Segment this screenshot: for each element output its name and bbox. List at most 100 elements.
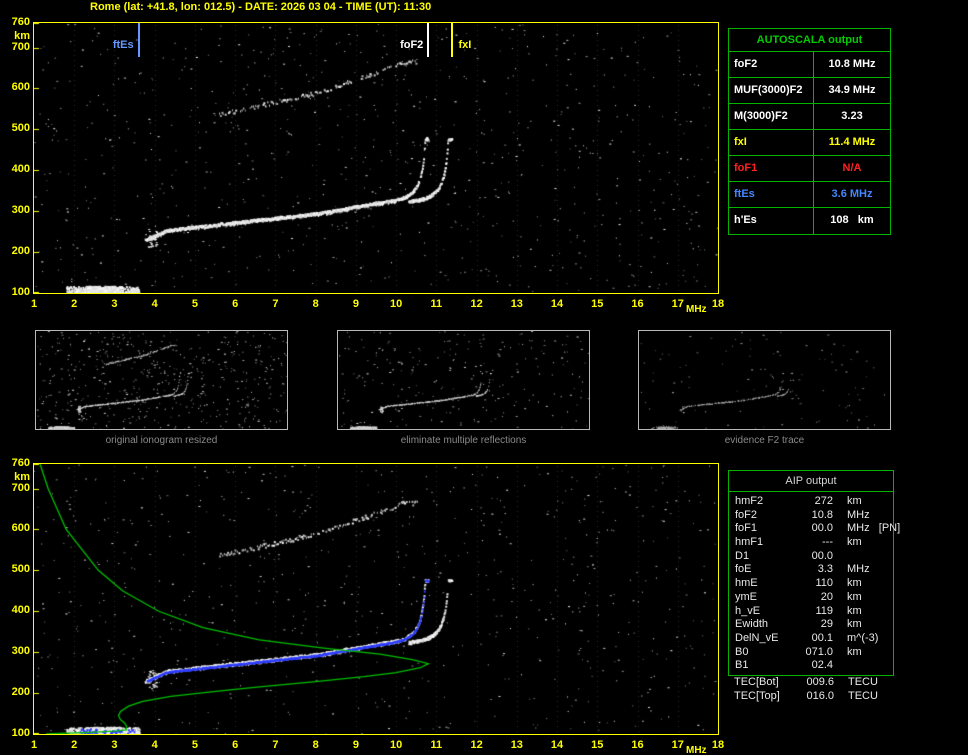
y-axis-tick-label: 300: [11, 204, 30, 217]
aip-unit: [833, 659, 847, 673]
x-axis-tick-label: 6: [232, 298, 239, 310]
x-axis-tick-label: 4: [151, 298, 158, 310]
aip-row-B0: B0 071.0 km: [729, 646, 893, 660]
autoscala-value: 11.4 MHz: [828, 136, 876, 148]
y-axis-unit-label: km: [14, 471, 30, 483]
x-axis-tick-label: 14: [550, 739, 564, 751]
aip-value: 02.4: [811, 659, 833, 672]
aip-unit: km: [847, 495, 862, 507]
aip-value: 009.6: [806, 676, 834, 688]
aip-unit: km: [847, 618, 862, 631]
autoscala-value: 34.9 MHz: [828, 84, 876, 96]
autoscala-param: h'Es: [729, 208, 814, 234]
y-axis-tick-label: 700: [11, 481, 30, 494]
autoscala-row-foF1: foF1 N/A: [729, 156, 890, 182]
aip-row-hmF1: hmF1 --- km: [729, 536, 893, 550]
ftEs-marker-line: [137, 23, 140, 57]
aip-row-D1: D1 00.0: [729, 550, 893, 564]
aip-param: TEC[Top]: [734, 689, 780, 702]
aip-param: B0: [735, 645, 749, 658]
x-axis-tick-label: 15: [591, 739, 604, 751]
aip-row-ymE: ymE 20 km: [729, 591, 893, 605]
x-axis-tick-label: 4: [151, 739, 158, 751]
autoscala-param: foF2: [729, 52, 814, 77]
x-axis-tick-label: 8: [312, 739, 319, 751]
aip-rows: hmF2 272 km foF2 10.8 MHz foF1 00.0 MHz [PN] hmF1…: [729, 492, 900, 675]
autoscala-param: fxI: [729, 130, 814, 155]
y-axis-tick-label: 200: [11, 245, 30, 258]
y-axis-tick-label: 500: [11, 122, 30, 135]
y-axis-tick-label: 400: [11, 604, 30, 617]
x-axis-tick-label: 3: [111, 739, 118, 751]
autoscala-row-ftEs: ftEs 3.6 MHz: [729, 182, 890, 208]
aip-row-foF2: foF2 10.8 MHz: [729, 509, 893, 523]
thumbnail-canvas-original: [36, 331, 287, 429]
y-axis-tick-label: 700: [11, 40, 30, 53]
aip-unit: km: [847, 604, 862, 617]
aip-param: DelN_vE: [735, 631, 779, 644]
fxI-marker-line: [451, 23, 454, 57]
aip-param: foF1: [735, 522, 758, 535]
x-axis-unit-label: MHz: [686, 745, 707, 755]
x-axis-tick-label: 10: [389, 739, 403, 751]
x-axis-tick-label: 6: [232, 739, 239, 751]
y-axis-tick-label: 760: [11, 457, 30, 469]
thumbnail-frame: [35, 330, 288, 430]
aip-row-foE: foE 3.3 MHz: [729, 563, 893, 577]
aip-row-B1: B1 02.4: [729, 659, 893, 673]
x-axis-tick-label: 18: [711, 298, 725, 310]
autoscala-row-M(3000)F2: M(3000)F2 3.23: [729, 104, 890, 130]
x-axis-tick-label: 7: [272, 298, 279, 310]
bottom-ionogram-section: 760 700 600 500 400 300 200 100 km 1 2 3 4 5 6 7 8 9 10 11 1…: [0, 441, 768, 755]
bottom-ionogram-canvas: [34, 464, 718, 734]
aip-value: 10.8: [811, 508, 833, 521]
aip-table-title: AIP output: [729, 471, 893, 492]
autoscala-window: Rome (lat: +41.8, lon: 012.5) - DATE: 20…: [0, 0, 968, 755]
aip-unit: [833, 550, 847, 564]
autoscala-row-fxI: fxI 11.4 MHz: [729, 130, 890, 156]
aip-value: 272: [814, 495, 833, 507]
aip-param: h_vE: [735, 604, 761, 617]
aip-unit: km: [847, 577, 862, 590]
x-axis-tick-label: 13: [510, 298, 523, 310]
autoscala-param: foF1: [729, 156, 814, 181]
aip-row-foF1: foF1 00.0 MHz [PN]: [729, 522, 900, 536]
thumbnail-frame: [638, 330, 891, 430]
aip-param: Ewidth: [735, 618, 769, 631]
y-axis-tick-label: 500: [11, 563, 30, 576]
thumbnail-original-ionogram: original ionogram resized: [35, 330, 288, 446]
foF2-marker-line: [427, 23, 430, 57]
foF2-marker-label: foF2: [400, 39, 424, 51]
x-axis-tick-label: 5: [191, 298, 198, 310]
aip-value: 20: [820, 590, 833, 603]
thumbnail-canvas-eliminate: [338, 331, 589, 429]
aip-param: hmF2: [735, 495, 764, 507]
aip-value: 110: [815, 577, 833, 590]
aip-row-h_vE: h_vE 119 km: [729, 605, 893, 619]
autoscala-value: 108 km: [830, 214, 874, 226]
y-axis-tick-label: 300: [11, 645, 30, 658]
y-axis-tick-label: 100: [11, 727, 30, 739]
thumbnail-canvas-evidence: [639, 331, 890, 429]
aip-value: 119: [815, 604, 833, 617]
x-axis-tick-label: 9: [352, 739, 359, 751]
x-axis-tick-label: 8: [312, 298, 319, 310]
y-axis-tick-label: 600: [11, 522, 30, 535]
aip-value: 071.0: [805, 645, 833, 658]
aip-value: ---: [822, 536, 833, 549]
x-axis-tick-label: 2: [71, 739, 78, 751]
aip-param: D1: [735, 549, 750, 562]
aip-unit: MHz: [847, 508, 870, 521]
ftEs-marker-label: ftEs: [112, 39, 134, 51]
autoscala-value: N/A: [842, 162, 862, 174]
y-axis-tick-label: 600: [11, 81, 30, 94]
x-axis-tick-label: 10: [389, 298, 403, 310]
aip-unit: km: [847, 536, 862, 549]
autoscala-table-title: AUTOSCALA output: [729, 29, 890, 52]
x-axis-tick-label: 11: [430, 739, 443, 751]
aip-value: 3.3: [817, 563, 833, 576]
aip-value: 00.0: [811, 522, 833, 535]
aip-param: B1: [735, 659, 749, 672]
aip-row-Ewidth: Ewidth 29 km: [729, 618, 893, 632]
x-axis-tick-label: 3: [111, 298, 118, 310]
